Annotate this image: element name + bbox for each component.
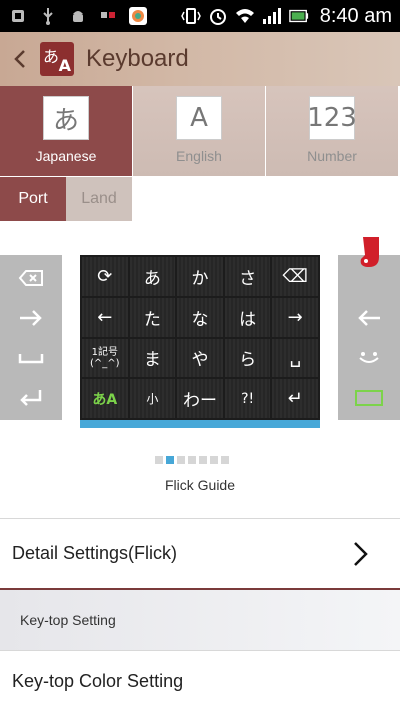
pager-dot[interactable] [199, 456, 207, 464]
tab-label: Japanese [35, 148, 97, 164]
keyboard-key: ?! [224, 379, 271, 418]
arrow-left-icon [338, 303, 400, 333]
keyboard-key: ← [82, 297, 128, 337]
keyboard-key: ␣ [272, 338, 318, 378]
pager-dots [155, 456, 229, 464]
tab-number[interactable]: 123 Number [266, 86, 399, 176]
keyboard-app-icon: あ A [40, 42, 74, 76]
tab-english[interactable]: A English [133, 86, 266, 176]
tab-port[interactable]: Port [0, 177, 66, 221]
usb-icon [8, 6, 28, 26]
keyboard-key: や [177, 338, 223, 378]
signal-icon [262, 6, 282, 26]
pager-dot[interactable] [188, 456, 196, 464]
vibrate-icon [180, 6, 201, 26]
pager-dot[interactable] [210, 456, 218, 464]
keyboard-key: あA [82, 379, 128, 418]
keyboard-preview-current[interactable]: ⟳ あ か さ ⌫ ← た な は → 1記号 (^_^) ま や ら ␣ あA… [80, 255, 320, 420]
pager-dot[interactable] [177, 456, 185, 464]
chevron-right-icon [354, 542, 368, 566]
keyboard-key: あ [129, 257, 176, 296]
android-icon [68, 6, 88, 26]
keyboard-preview-next[interactable] [338, 255, 400, 420]
japanese-glyph-icon: あ [43, 96, 89, 140]
keyboard-key: は [224, 297, 271, 337]
keyboard-key: ↵ [272, 379, 318, 418]
keyboard-key: ⌫ [272, 257, 318, 296]
app-switch-icon [98, 6, 118, 26]
keyboard-settings-screen: 8:40 am あ A Keyboard あ Japanese A Englis… [0, 0, 400, 711]
keyboard-key: な [177, 297, 223, 337]
space-icon [0, 343, 62, 373]
keyboard-type-label: Flick Guide [164, 477, 236, 493]
keyboard-key: ま [129, 338, 176, 378]
keyboard-key: か [177, 257, 223, 296]
keyboard-preview-carousel[interactable]: ⟳ あ か さ ⌫ ← た な は → 1記号 (^_^) ま や ら ␣ あA… [0, 229, 400, 430]
tab-land[interactable]: Land [66, 177, 132, 221]
symbol-key-icon [338, 343, 400, 373]
alarm-icon [208, 6, 228, 26]
wifi-icon [235, 6, 255, 26]
pager-dot-active[interactable] [166, 456, 174, 464]
keyboard-key: 小 [129, 379, 176, 418]
keytop-color-setting-row[interactable]: Key-top Color Setting [0, 650, 400, 711]
keyboard-key: ⟳ [82, 257, 128, 296]
battery-icon [288, 6, 309, 26]
language-tabs: あ Japanese A English 123 Number [0, 86, 400, 176]
section-title: Key-top Setting [20, 612, 116, 628]
keyboard-key: さ [224, 257, 271, 296]
christmas-stocking-icon [360, 229, 381, 267]
usb-debug-icon [38, 6, 58, 26]
action-bar: あ A Keyboard [0, 32, 400, 86]
arrow-right-icon [0, 303, 62, 333]
backspace-icon [0, 263, 62, 293]
keyboard-key: た [129, 297, 176, 337]
input-mode-icon [338, 383, 400, 413]
keyboard-key: ら [224, 338, 271, 378]
back-button[interactable] [0, 32, 40, 86]
english-glyph-icon: A [176, 96, 222, 140]
app-icon-kana: あ [43, 47, 60, 66]
keytop-color-setting-label: Key-top Color Setting [12, 670, 184, 691]
tab-label: English [176, 148, 222, 164]
pager-dot[interactable] [221, 456, 229, 464]
keyboard-key: → [272, 297, 318, 337]
page-title: Keyboard [86, 45, 189, 72]
keyboard-preview-indicator-bar [80, 420, 320, 428]
enter-icon [0, 383, 62, 413]
number-glyph-icon: 123 [307, 96, 357, 140]
status-bar: 8:40 am [0, 0, 400, 32]
keyboard-key: わー [177, 379, 223, 418]
chevron-left-icon [14, 50, 25, 68]
tab-label: Number [307, 148, 357, 164]
orientation-tabs: Port Land [0, 177, 132, 221]
keytop-setting-section-header: Key-top Setting [0, 590, 400, 650]
keyboard-key: 1記号 (^_^) [82, 338, 128, 378]
detail-settings-label: Detail Settings(Flick) [12, 543, 178, 563]
clock: 8:40 am [319, 4, 392, 27]
keyboard-preview-prev[interactable] [0, 255, 62, 420]
pager-dot[interactable] [155, 456, 163, 464]
app-icon-latin: A [58, 56, 71, 75]
detail-settings-row[interactable]: Detail Settings(Flick) [0, 518, 400, 588]
tab-japanese[interactable]: あ Japanese [0, 86, 133, 176]
app-icon [128, 6, 148, 26]
